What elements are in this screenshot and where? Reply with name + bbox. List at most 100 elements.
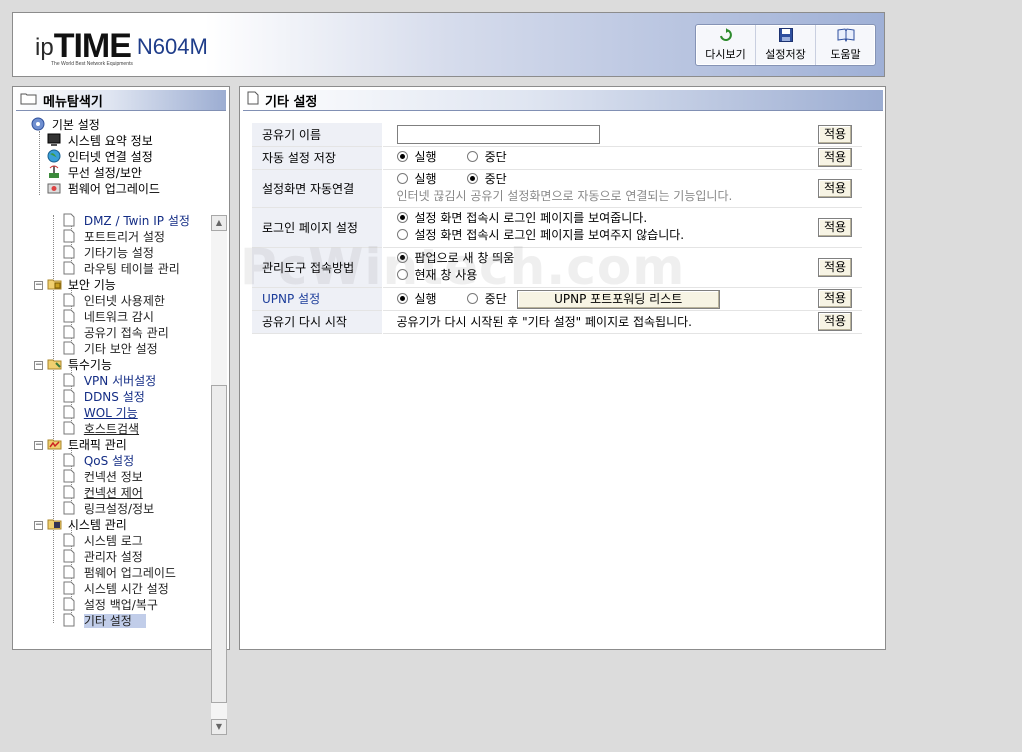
save-icon [778,28,793,44]
tree-item-admin-settings[interactable]: 관리자 설정 [63,549,143,565]
traffic-chart-icon [47,437,62,451]
apply-button[interactable]: 적용 [818,124,852,144]
tree-system[interactable]: 시스템 관리 [47,517,127,533]
tree-item-host-search[interactable]: 호스트검색 [63,421,139,437]
access-current-radio[interactable] [396,269,408,280]
tree-label: 시스템 시간 설정 [83,582,169,596]
row-action: 적용 [806,207,862,247]
logo-brand: TIME [53,27,132,65]
monitor-icon [47,133,62,147]
apply-button[interactable]: 적용 [818,312,852,331]
tree-item-internet-restrict[interactable]: 인터넷 사용제한 [63,293,165,309]
tree-item-backup-restore[interactable]: 설정 백업/복구 [63,597,158,613]
login-show-radio[interactable] [396,212,408,223]
row-label: 로그인 페이지 설정 [252,207,383,247]
document-icon [63,325,78,339]
tree-traffic[interactable]: 트래픽 관리 [47,437,127,453]
scroll-down-arrow[interactable]: ▼ [211,719,227,735]
autosave-off-radio[interactable] [466,151,478,162]
tree-item-router-access[interactable]: 공유기 접속 관리 [63,325,169,341]
tree-item-internet-setup[interactable]: 인터넷 연결 설정 [47,149,153,165]
tree-item-wireless-security[interactable]: 무선 설정/보안 [47,165,142,181]
radio-group: 실행 중단 UPNP 포트포워딩 리스트 [396,290,807,309]
tree-item-system-time[interactable]: 시스템 시간 설정 [63,581,169,597]
tree-item-vpn-server[interactable]: VPN 서버설정 [63,373,156,389]
apply-button[interactable]: 적용 [818,148,852,167]
tree-item-dmz-twinip[interactable]: DMZ / Twin IP 설정 [63,213,190,229]
tree-item-misc-security[interactable]: 기타 보안 설정 [63,341,158,357]
tree-item-port-trigger[interactable]: 포트트리거 설정 [63,229,165,245]
document-icon [63,213,78,227]
tree-security[interactable]: 보안 기능 [47,277,116,293]
help-button[interactable]: 도움말 [816,25,875,65]
apply-button[interactable]: 적용 [818,289,852,308]
tree-item-routing-table[interactable]: 라우팅 테이블 관리 [63,261,180,277]
autoconnect-off-radio[interactable] [466,173,478,184]
tree-label: 인터넷 연결 설정 [67,150,153,164]
row-autosave: 자동 설정 저장 실행 중단 적용 [252,146,862,169]
radio-label: 설정 화면 접속시 로그인 페이지를 보여주지 않습니다. [414,228,685,242]
tree-item-system-log[interactable]: 시스템 로그 [63,533,143,549]
radio-group: 실행 중단 [396,149,807,166]
tools-folder-icon [47,357,62,371]
tree-item-firmware-upgrade[interactable]: 펌웨어 업그레이드 [47,181,160,197]
tree-basic-settings[interactable]: 기본 설정 [31,117,100,133]
model-name: N604M [136,34,208,59]
wireless-antenna-icon [47,165,62,179]
row-action: 적용 [806,287,862,310]
apply-button[interactable]: 적용 [818,217,852,237]
scroll-thumb[interactable] [211,385,227,703]
tree-item-wol[interactable]: WOL 기능 [63,405,138,421]
tree-item-connection-control[interactable]: 컨넥션 제어 [63,485,143,501]
document-icon [63,373,78,387]
settings-panel: 기타 설정 공유기 이름 적용 자동 설정 저장 실행 중단 적용 설정화면 자동… [239,86,886,650]
settings-table: 공유기 이름 적용 자동 설정 저장 실행 중단 적용 설정화면 자동연결 실행 중… [252,123,862,334]
tree-item-misc-settings[interactable]: 기타 설정 [63,613,146,629]
row-value: 실행 중단 [382,146,806,169]
tree-item-network-monitor[interactable]: 네트워크 감시 [63,309,154,325]
tree-label: 기타 보안 설정 [83,342,158,356]
tree-item-ddns[interactable]: DDNS 설정 [63,389,145,405]
upnp-off-radio[interactable] [466,293,478,304]
access-popup-radio[interactable] [396,252,408,263]
upnp-port-forwarding-list-button[interactable]: UPNP 포트포워딩 리스트 [516,290,720,309]
tree-label: 컨넥션 정보 [83,470,143,484]
collapse-toggle[interactable]: − [34,441,43,450]
apply-button[interactable]: 적용 [818,178,852,198]
document-icon [63,581,78,595]
tree-item-system-summary[interactable]: 시스템 요약 정보 [47,133,153,149]
tree-label: 설정 백업/복구 [83,598,158,612]
row-value: 설정 화면 접속시 로그인 페이지를 보여줍니다. 설정 화면 접속시 로그인 … [382,207,806,247]
tree-label: VPN 서버설정 [83,374,157,388]
autoconnect-on-radio[interactable] [396,173,408,184]
tree-item-firmware-upgrade-2[interactable]: 펌웨어 업그레이드 [63,565,176,581]
refresh-button[interactable]: 다시보기 [696,25,756,65]
tree-item-connection-info[interactable]: 컨넥션 정보 [63,469,143,485]
scroll-up-arrow[interactable]: ▲ [211,215,227,231]
document-icon [63,469,78,483]
upnp-on-radio[interactable] [396,293,408,304]
apply-button[interactable]: 적용 [818,257,852,277]
autosave-on-radio[interactable] [396,151,408,162]
system-folder-icon [47,517,62,531]
tree-label: 공유기 접속 관리 [83,326,169,340]
login-hide-radio[interactable] [396,229,408,240]
row-action: 적용 [806,169,862,207]
tree-item-qos[interactable]: QoS 설정 [63,453,134,469]
tree-special[interactable]: 특수기능 [47,357,112,373]
tree-item-link-settings[interactable]: 링크설정/정보 [63,501,154,517]
radio-label: 설정 화면 접속시 로그인 페이지를 보여줍니다. [414,211,648,225]
row-action: 적용 [806,247,862,287]
router-name-input[interactable] [396,124,600,144]
page-icon [247,91,259,109]
tree-scrollbar[interactable]: ▲ ▼ [211,215,227,735]
collapse-toggle[interactable]: − [34,361,43,370]
collapse-toggle[interactable]: − [34,521,43,530]
radio-option: 현재 창 사용 [396,267,807,284]
tree-item-misc-function[interactable]: 기타기능 설정 [63,245,154,261]
row-label: 설정화면 자동연결 [252,169,383,207]
save-settings-button[interactable]: 설정저장 [756,25,816,65]
save-settings-label: 설정저장 [765,48,806,61]
radio-label: 중단 [484,292,507,306]
collapse-toggle[interactable]: − [34,281,43,290]
